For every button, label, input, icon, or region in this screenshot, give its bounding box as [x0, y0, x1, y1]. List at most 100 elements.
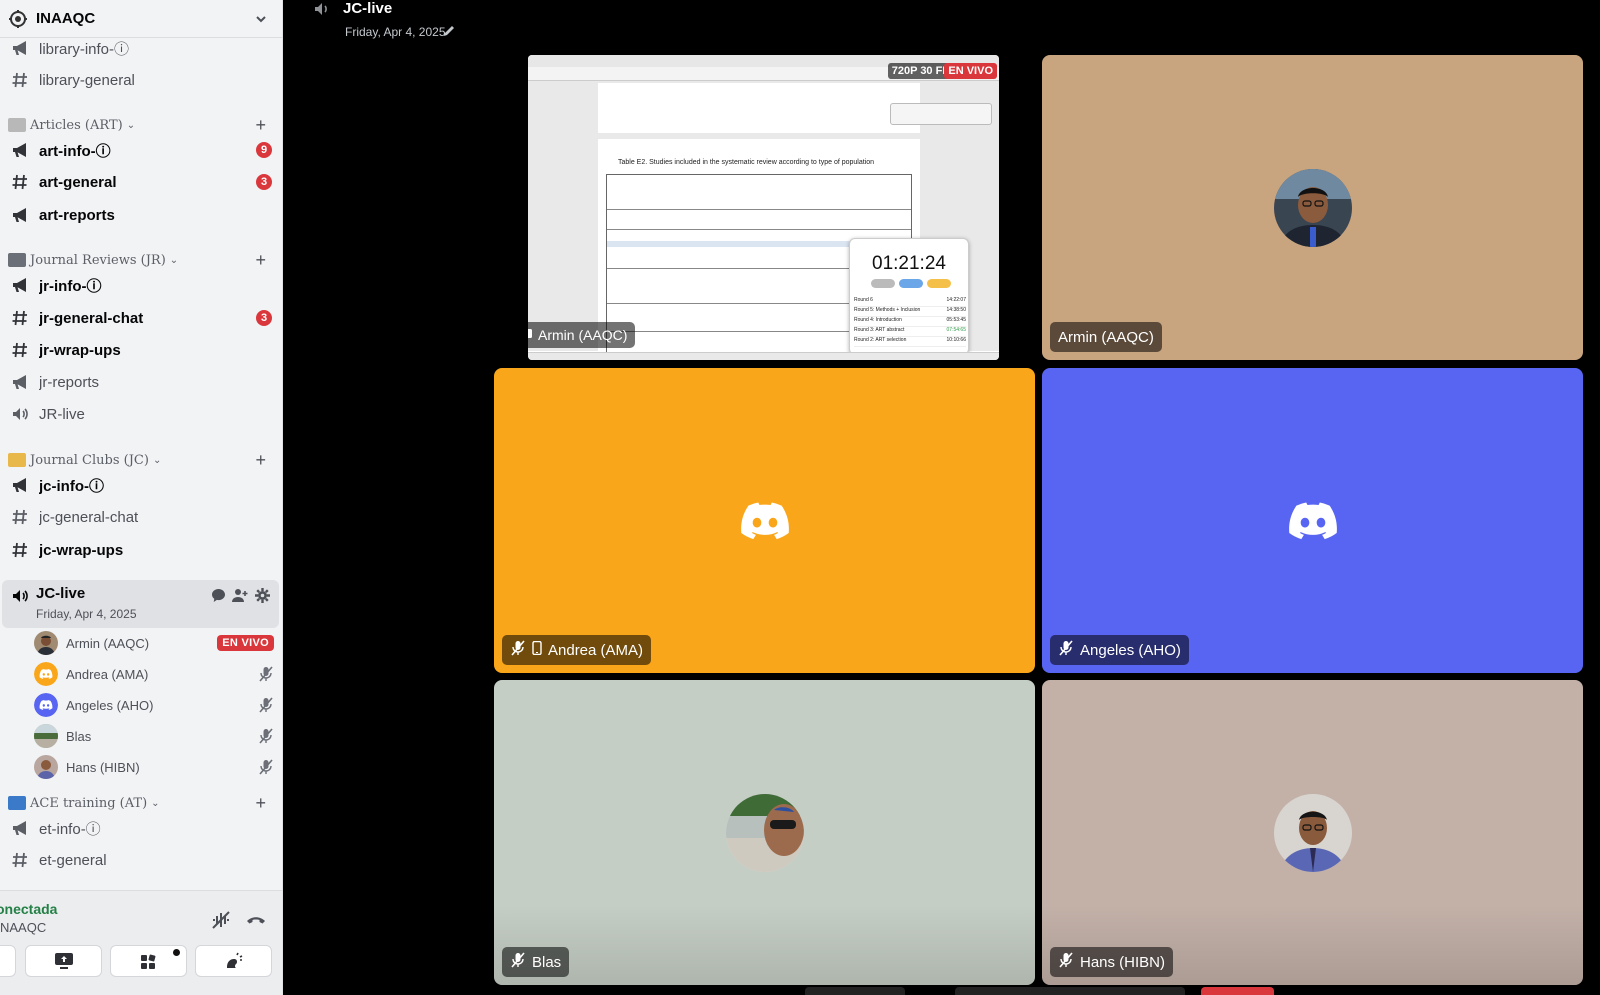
channel-et-info-[interactable]: et-info-ⓘ — [8, 813, 280, 843]
channel-art-reports[interactable]: art-reports — [8, 200, 280, 230]
chevron-down-icon[interactable]: ⌄ — [127, 120, 135, 131]
channel-name: jc-wrap-ups — [39, 541, 124, 559]
channel-art-general[interactable]: art-general 3 — [8, 167, 280, 197]
avatar — [725, 793, 804, 872]
channel-name: jr-reports — [39, 373, 100, 391]
channel-name: art-info-ⓘ — [39, 142, 111, 160]
voice-member[interactable]: Andrea (AMA) — [34, 660, 274, 688]
live-badge: EN VIVO — [217, 635, 274, 651]
channel-jr-live[interactable]: JR-live — [8, 399, 280, 429]
soundboard-button[interactable] — [195, 945, 272, 977]
category-name: ACE training (AT) — [30, 795, 148, 811]
category-name: Journal Reviews (JR) — [30, 252, 166, 268]
screen-share-tile[interactable]: Table E2. Studies included in the system… — [528, 55, 999, 360]
screen-icon — [528, 329, 532, 338]
add-channel-icon[interactable]: + — [255, 250, 266, 271]
voice-member[interactable]: Angeles (AHO) — [34, 691, 274, 719]
channel-jr-wrap-ups[interactable]: jr-wrap-ups — [8, 335, 280, 365]
voice-member[interactable]: Armin (AAQC) EN VIVO — [34, 629, 274, 657]
channel-name: library-general — [39, 71, 135, 89]
channel-jr-general-chat[interactable]: jr-general-chat 3 — [8, 303, 280, 333]
category-header[interactable]: Journal Clubs (JC) ⌄ + — [8, 449, 280, 471]
channel-library-info-[interactable]: library-info-ⓘ — [8, 33, 280, 63]
channel-library-general[interactable]: library-general — [8, 65, 280, 95]
category-book-icon — [8, 253, 26, 267]
voice-member[interactable]: Hans (HIBN) — [34, 753, 274, 781]
participant-tile[interactable]: Hans (HIBN) — [1042, 680, 1583, 985]
hashtag-icon — [10, 507, 30, 527]
channel-name: jc-general-chat — [39, 508, 139, 526]
add-channel-icon[interactable]: + — [255, 450, 266, 471]
timer-round-label: Round 6 — [854, 297, 873, 303]
active-voice-date: Friday, Apr 4, 2025 — [36, 607, 137, 621]
category-name: Articles (ART) — [30, 117, 123, 133]
hashtag-icon — [10, 308, 30, 328]
category-header[interactable]: Articles (ART) ⌄ + — [8, 114, 280, 136]
avatar — [1273, 793, 1352, 872]
hashtag-icon — [10, 340, 30, 360]
channel-et-general[interactable]: et-general — [8, 845, 280, 875]
voice-member-name: Hans (HIBN) — [66, 759, 140, 775]
avatar — [34, 662, 58, 686]
chevron-down-icon[interactable]: ⌄ — [151, 798, 159, 809]
category-book-icon — [8, 453, 26, 467]
channel-jr-reports[interactable]: jr-reports — [8, 367, 280, 397]
shared-find-dialog — [890, 103, 992, 125]
mic-muted-icon — [258, 697, 274, 713]
pencil-icon[interactable] — [443, 24, 457, 38]
timer-round-row: Round 5: Methods + Inclusion 14:38:50 — [854, 307, 966, 317]
mic-muted-icon — [258, 728, 274, 744]
hashtag-icon — [10, 850, 30, 870]
tile-name-label: Andrea (AMA) — [502, 635, 652, 665]
add-channel-icon[interactable]: + — [255, 115, 266, 136]
avatar — [34, 631, 58, 655]
channel-jc-info-[interactable]: jc-info-ⓘ — [8, 470, 280, 500]
participant-tile[interactable]: Andrea (AMA) — [494, 368, 1035, 673]
timer-round-label: Round 3: ART abstract — [854, 327, 905, 333]
hashtag-icon — [10, 70, 30, 90]
tile-name: Angeles (AHO) — [1080, 641, 1181, 659]
category-header[interactable]: ACE training (AT) ⌄ + — [8, 792, 280, 814]
invite-user-icon[interactable] — [231, 586, 249, 604]
stage-title: JC-live — [343, 0, 393, 17]
discord-logo-icon — [1288, 502, 1337, 539]
chevron-down-icon[interactable]: ⌄ — [153, 455, 161, 466]
tile-name: Andrea (AMA) — [548, 641, 644, 659]
timer-readout: 01:21:24 — [872, 253, 946, 274]
channel-name: JR-live — [39, 405, 85, 423]
channel-name: et-general — [39, 851, 107, 869]
noise-suppression-icon[interactable] — [210, 909, 232, 931]
speaker-icon — [10, 404, 30, 424]
voice-member[interactable]: Blas — [34, 722, 274, 750]
add-channel-icon[interactable]: + — [255, 793, 266, 814]
megaphone-icon — [10, 475, 30, 495]
megaphone-icon — [10, 140, 30, 160]
category-header[interactable]: Journal Reviews (JR) ⌄ + — [8, 249, 280, 271]
chevron-down-icon[interactable]: ⌄ — [170, 255, 178, 266]
unread-badge: 3 — [256, 174, 272, 190]
channel-jr-info-[interactable]: jr-info-ⓘ — [8, 270, 280, 300]
activities-button[interactable] — [110, 945, 187, 977]
gear-icon[interactable] — [253, 586, 271, 604]
active-voice-channel[interactable]: JC-live Friday, Apr 4, 2025 — [2, 580, 279, 628]
timer-round-time: 14:22:07 — [946, 297, 966, 303]
live-badge: EN VIVO — [944, 63, 997, 79]
voice-member-name: Armin (AAQC) — [66, 635, 150, 651]
participant-tile[interactable]: Blas — [494, 680, 1035, 985]
chevron-down-icon[interactable] — [254, 12, 268, 26]
soundboard-icon — [226, 952, 242, 968]
timer-round-row: Round 2: ART selection 10:10:66 — [854, 337, 966, 347]
disconnect-icon[interactable] — [245, 909, 267, 931]
tile-name: Armin (AAQC) — [538, 327, 628, 343]
channel-jc-wrap-ups[interactable]: jc-wrap-ups — [8, 535, 280, 565]
channel-art-info-[interactable]: art-info-ⓘ 9 — [8, 135, 280, 165]
channel-jc-general-chat[interactable]: jc-general-chat — [8, 502, 280, 532]
share-screen-button[interactable] — [25, 945, 102, 977]
participant-tile[interactable]: Armin (AAQC) — [1042, 55, 1583, 360]
tile-name-label: Hans (HIBN) — [1050, 947, 1174, 977]
megaphone-icon — [10, 818, 30, 838]
participant-tile[interactable]: Angeles (AHO) — [1042, 368, 1583, 673]
chat-bubble-icon[interactable] — [209, 586, 227, 604]
camera-button[interactable] — [0, 945, 16, 977]
hashtag-icon — [10, 172, 30, 192]
